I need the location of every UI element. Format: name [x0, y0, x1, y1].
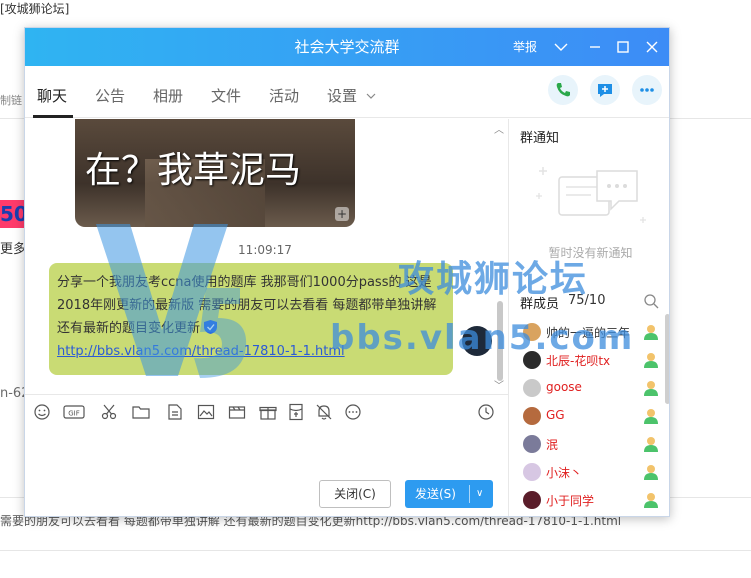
more-icon[interactable]: [344, 403, 362, 421]
window-title: 社会大学交流群: [294, 38, 400, 56]
member-row[interactable]: goose: [509, 375, 669, 403]
send-button[interactable]: 发送(S) ∨: [405, 480, 493, 508]
member-name: goose: [546, 380, 582, 394]
image-message[interactable]: 在？我草泥马 +: [75, 119, 355, 227]
member-avatar[interactable]: [523, 463, 541, 481]
svg-text:GIF: GIF: [68, 410, 80, 418]
gif-icon[interactable]: GIF: [63, 403, 85, 421]
member-row[interactable]: 泯: [509, 431, 669, 459]
background-divider: [0, 550, 751, 551]
tab-album[interactable]: 相册: [153, 85, 183, 106]
chat-plus-icon: [598, 84, 612, 97]
collapse-down-icon[interactable]: ﹀: [494, 377, 504, 392]
group-notice-title: 群通知: [520, 131, 560, 146]
right-panel: 群通知 暂时没有新通知 群成员 75/10 帅的一逼的三年 北辰-花呗tx goos…: [508, 119, 669, 516]
tab-announcements[interactable]: 公告: [95, 85, 125, 106]
group-chat-window: 社会大学交流群 举报 聊天 公告 相册 文件 活动 设置 在？我草泥马 + 11…: [24, 27, 670, 517]
gift-icon[interactable]: [259, 403, 277, 421]
report-button[interactable]: 举报: [513, 28, 537, 66]
member-avatar[interactable]: [523, 491, 541, 509]
image-icon[interactable]: [197, 403, 215, 421]
scrollbar-thumb[interactable]: [497, 301, 503, 381]
scissors-icon[interactable]: [100, 403, 118, 421]
input-toolbar: GIF: [25, 394, 508, 428]
member-name: GG: [546, 408, 565, 422]
empty-notice-text: 暂时没有新通知: [548, 246, 633, 260]
send-options-chevron-icon[interactable]: ∨: [476, 480, 483, 508]
doc-icon[interactable]: [166, 403, 184, 421]
member-row[interactable]: 帅的一逼的三年: [509, 319, 669, 347]
title-bar[interactable]: 社会大学交流群 举报: [25, 28, 669, 66]
member-name: 小于同学: [546, 494, 595, 508]
phone-icon: [556, 83, 570, 97]
member-row[interactable]: 小于同学: [509, 487, 669, 515]
tab-settings[interactable]: 设置: [327, 85, 357, 106]
red-packet-icon[interactable]: [287, 403, 305, 421]
member-role-icon: [644, 437, 658, 452]
add-message-button[interactable]: [590, 75, 620, 105]
member-avatar[interactable]: [523, 379, 541, 397]
member-row[interactable]: 北辰-花呗tx: [509, 347, 669, 375]
member-avatar[interactable]: [523, 435, 541, 453]
sender-avatar[interactable]: [462, 326, 492, 356]
member-role-icon: [644, 465, 658, 480]
shield-icon: [204, 320, 218, 334]
tab-files[interactable]: 文件: [211, 85, 241, 106]
tab-activities[interactable]: 活动: [269, 85, 299, 106]
maximize-icon[interactable]: [615, 39, 631, 55]
active-tab-indicator: [33, 115, 73, 118]
message-input[interactable]: [31, 430, 501, 474]
member-name: 小沫丶: [546, 466, 583, 480]
empty-notice-illustration-icon: [536, 167, 646, 223]
bell-off-icon[interactable]: [315, 403, 333, 421]
minimize-icon[interactable]: [587, 39, 603, 55]
voice-call-button[interactable]: [548, 75, 578, 105]
more-options-button[interactable]: [632, 75, 662, 105]
folder-icon[interactable]: [132, 403, 150, 421]
send-divider: [469, 485, 470, 503]
member-avatar[interactable]: [523, 351, 541, 369]
close-icon[interactable]: [644, 39, 660, 55]
background-title: [攻城狮论坛]: [0, 2, 70, 16]
message-text: 分享一个我朋友考ccna使用的题库 我那哥们1000分pass的 这是2018年…: [57, 275, 437, 336]
member-row[interactable]: GG: [509, 403, 669, 431]
member-row[interactable]: 小沫丶: [509, 459, 669, 487]
member-name: 泯: [546, 438, 559, 452]
member-name: 北辰-花呗tx: [546, 354, 611, 368]
members-title: 群成员: [520, 297, 560, 312]
member-role-icon: [644, 493, 658, 508]
tab-bar: 聊天 公告 相册 文件 活动 设置: [25, 66, 669, 118]
background-number: 500: [0, 200, 42, 228]
chevron-down-icon[interactable]: [553, 39, 569, 55]
message-link[interactable]: http://bbs.vlan5.com/thread-17810-1-1.ht…: [57, 344, 345, 359]
video-icon[interactable]: [228, 403, 246, 421]
member-role-icon: [644, 381, 658, 396]
message-bubble[interactable]: 分享一个我朋友考ccna使用的题库 我那哥们1000分pass的 这是2018年…: [49, 263, 453, 375]
member-role-icon: [644, 353, 658, 368]
send-label: 发送(S): [415, 487, 456, 501]
chat-scrollbar[interactable]: [497, 119, 503, 394]
chat-messages[interactable]: 在？我草泥马 + 11:09:17 分享一个我朋友考ccna使用的题库 我那哥们…: [25, 119, 508, 394]
member-avatar[interactable]: [523, 323, 541, 341]
more-icon: [640, 88, 654, 92]
member-name: 帅的一逼的三年: [546, 326, 631, 340]
close-button[interactable]: 关闭(C): [319, 480, 391, 508]
member-role-icon: [644, 409, 658, 424]
message-timestamp: 11:09:17: [238, 243, 292, 257]
chevron-down-icon[interactable]: [366, 91, 376, 101]
background-strip: 制链: [0, 94, 22, 107]
member-avatar[interactable]: [523, 407, 541, 425]
history-icon[interactable]: [477, 403, 495, 421]
expand-image-icon[interactable]: +: [335, 207, 349, 221]
search-icon[interactable]: [643, 293, 659, 309]
image-caption: 在？我草泥马: [85, 150, 302, 191]
members-count: 75/10: [568, 293, 606, 308]
background-more-link[interactable]: 更多: [0, 238, 26, 257]
member-role-icon: [644, 325, 658, 340]
emoji-icon[interactable]: [33, 403, 51, 421]
tab-chat[interactable]: 聊天: [37, 85, 67, 106]
